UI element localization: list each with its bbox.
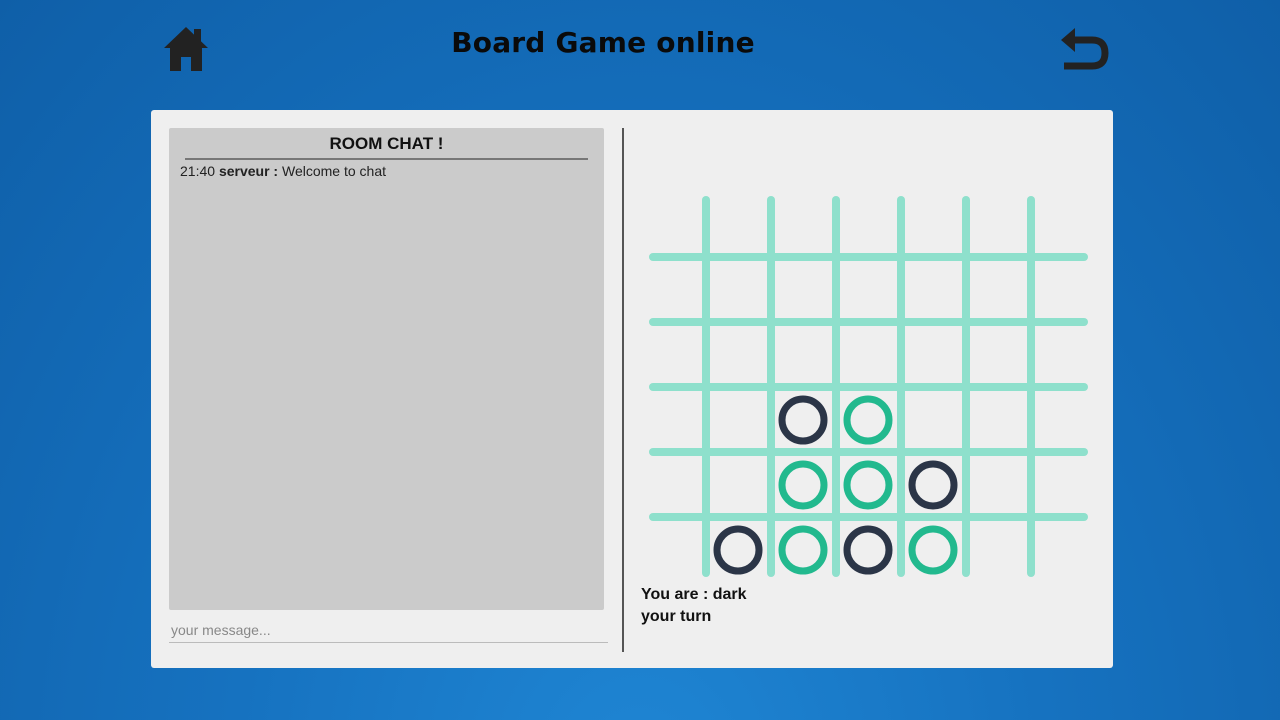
- main-panel: ROOM CHAT ! 21:40 serveur : Welcome to c…: [151, 110, 1113, 668]
- green-piece: [778, 525, 828, 575]
- player-label: You are : dark: [641, 586, 747, 603]
- panel-divider: [622, 128, 624, 652]
- dark-piece: [713, 525, 763, 575]
- green-piece: [778, 460, 828, 510]
- green-piece: [908, 525, 958, 575]
- game-status: You are : dark your turn: [641, 584, 747, 628]
- message-time: 21:40: [180, 163, 216, 179]
- chat-panel: ROOM CHAT ! 21:40 serveur : Welcome to c…: [169, 128, 604, 610]
- chat-title: ROOM CHAT !: [185, 134, 588, 160]
- turn-label: your turn: [641, 608, 712, 625]
- message-author: serveur :: [218, 163, 279, 179]
- dark-piece: [843, 525, 893, 575]
- green-piece: [843, 460, 893, 510]
- message-text: Welcome to chat: [281, 163, 386, 179]
- green-piece: [843, 395, 893, 445]
- undo-arrow-icon: [1061, 28, 1109, 70]
- back-button[interactable]: [1058, 26, 1110, 72]
- dark-piece: [778, 395, 828, 445]
- page-title: Board Game online: [451, 26, 755, 59]
- chat-message: 21:40 serveur : Welcome to chat: [180, 163, 386, 179]
- dark-piece: [908, 460, 958, 510]
- message-input[interactable]: [169, 618, 608, 643]
- game-board[interactable]: [646, 195, 1091, 580]
